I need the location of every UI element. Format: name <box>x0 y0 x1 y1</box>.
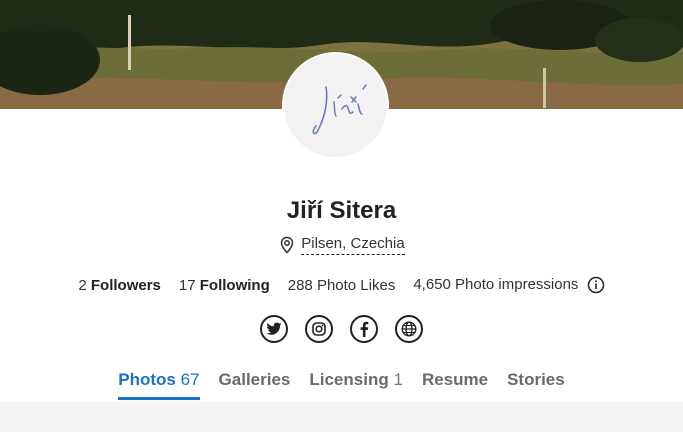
tab-count: 1 <box>393 370 403 389</box>
profile-avatar[interactable] <box>282 52 389 159</box>
info-icon[interactable] <box>587 276 605 294</box>
tab-licensing[interactable]: Licensing 1 <box>309 370 403 400</box>
photo-impressions-stat: 4,650 Photo impressions <box>413 276 604 294</box>
tab-count: 67 <box>180 370 200 389</box>
profile-tabs: Photos 67 Galleries Licensing 1 Resume S… <box>0 370 683 400</box>
website-globe-icon[interactable] <box>395 315 423 343</box>
tab-stories[interactable]: Stories <box>507 370 565 400</box>
followers-stat[interactable]: 2 Followers <box>78 277 161 294</box>
following-stat[interactable]: 17 Following <box>179 277 270 294</box>
profile-name: Jiří Sitera <box>286 197 397 224</box>
tab-galleries[interactable]: Galleries <box>219 370 291 400</box>
tab-resume[interactable]: Resume <box>422 370 488 400</box>
tab-label: Photos <box>118 370 176 389</box>
profile-location[interactable]: Pilsen, Czechia <box>0 235 683 255</box>
following-count: 17 <box>178 276 196 294</box>
content-area-background <box>0 402 683 432</box>
photo-impressions-text: 4,650 Photo impressions <box>413 276 579 293</box>
followers-label: Followers <box>90 276 161 294</box>
facebook-icon[interactable] <box>350 315 378 343</box>
profile-stats: 2 Followers 17 Following 288 Photo Likes… <box>0 276 683 294</box>
photo-likes-stat: 288 Photo Likes <box>287 276 396 294</box>
social-links <box>0 315 683 343</box>
twitter-icon[interactable] <box>260 315 288 343</box>
tab-label: Licensing <box>309 370 389 389</box>
tab-photos[interactable]: Photos 67 <box>118 370 200 400</box>
location-text[interactable]: Pilsen, Czechia <box>301 235 405 255</box>
tab-label: Resume <box>421 370 489 389</box>
tab-label: Galleries <box>218 370 291 389</box>
location-pin-icon <box>278 236 296 254</box>
signature-drawing <box>312 84 367 135</box>
tab-label: Stories <box>507 370 565 389</box>
following-label: Following <box>199 276 270 294</box>
instagram-icon[interactable] <box>305 315 333 343</box>
followers-count: 2 <box>78 276 87 294</box>
